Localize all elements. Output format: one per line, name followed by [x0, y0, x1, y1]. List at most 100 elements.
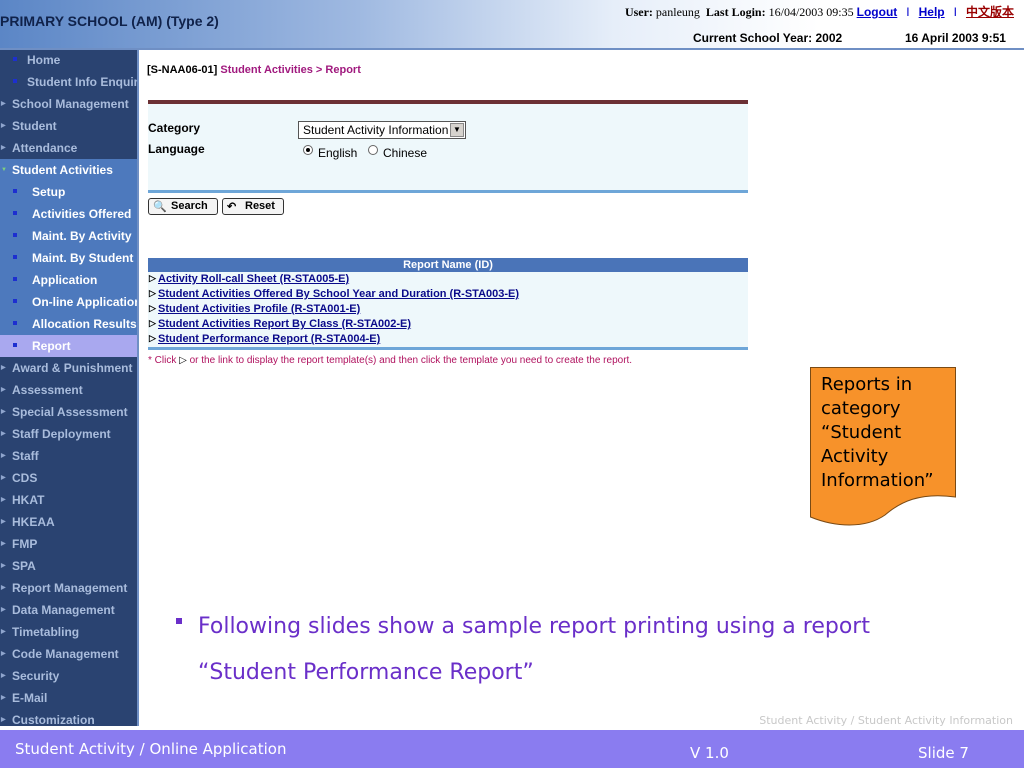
sidebar-item-label: Security — [12, 669, 60, 683]
bullet-icon — [13, 255, 17, 259]
sidebar-item-activities-offered[interactable]: Activities Offered — [0, 203, 137, 225]
category-label: Category — [148, 121, 201, 135]
bullet-line: “Student Performance Report” — [198, 660, 534, 685]
last-login-value: 16/04/2003 09:35 — [768, 5, 854, 19]
sidebar-item-hkeaa[interactable]: ▶ HKEAA — [0, 511, 137, 533]
dropdown-arrow-icon[interactable]: ▼ — [450, 123, 464, 137]
sidebar-item-report[interactable]: Report — [0, 335, 137, 357]
user-label: User: — [624, 5, 653, 19]
english-radio[interactable] — [303, 145, 313, 155]
sidebar-item-label: Special Assessment — [12, 405, 128, 419]
sidebar-item-spa[interactable]: ▶ SPA — [0, 555, 137, 577]
sidebar-item-hkat[interactable]: ▶ HKAT — [0, 489, 137, 511]
sidebar-item-label: HKEAA — [12, 515, 55, 529]
sidebar-item-maint-by-activity[interactable]: Maint. By Activity — [0, 225, 137, 247]
reset-button[interactable]: ↶ Reset — [222, 198, 284, 215]
triangle-right-icon: ▶ — [1, 409, 6, 415]
bullet-icon — [13, 57, 17, 61]
sidebar-item-label: SPA — [12, 559, 36, 573]
breadcrumb: [S-NAA06-01] Student Activities > Report — [147, 64, 361, 76]
sidebar-item-label: Code Management — [12, 647, 119, 661]
triangle-right-icon: ▶ — [1, 387, 6, 393]
separator: I — [953, 5, 957, 19]
help-link[interactable]: Help — [919, 5, 945, 19]
sidebar-item-student-activities[interactable]: ▼ Student Activities — [0, 159, 137, 181]
bullet-icon — [13, 299, 17, 303]
chinese-version-link[interactable]: 中文版本 — [966, 5, 1014, 19]
criteria-panel — [148, 100, 748, 193]
sidebar-item-label: Report — [32, 339, 71, 353]
slide-footer-path: Student Activity / Student Activity Info… — [759, 714, 1013, 727]
report-link[interactable]: Student Activities Profile (R-STA001-E) — [158, 303, 360, 315]
sidebar-item-label: Award & Punishment — [12, 361, 133, 375]
callout-text: Reports in category “Student Activity In… — [821, 373, 951, 493]
search-button-label: Search — [171, 200, 208, 212]
triangle-right-icon: ▶ — [1, 519, 6, 525]
sidebar-item-application[interactable]: Application — [0, 269, 137, 291]
category-select[interactable]: Student Activity Information ▼ — [298, 121, 466, 139]
sidebar-item-allocation-results[interactable]: Allocation Results — [0, 313, 137, 335]
user-name: panleung — [655, 5, 700, 19]
sidebar-item-label: Activities Offered — [32, 207, 132, 221]
current-date: 16 April 2003 9:51 — [905, 31, 1006, 45]
expand-arrow-icon[interactable]: ▷ — [149, 303, 156, 314]
sidebar-item-email[interactable]: ▶ E-Mail — [0, 687, 137, 709]
sidebar-item-cds[interactable]: ▶ CDS — [0, 467, 137, 489]
callout-line: Activity — [821, 446, 889, 467]
report-link[interactable]: Student Activities Report By Class (R-ST… — [158, 318, 411, 330]
slide-bullet-text: Following slides show a sample report pr… — [198, 604, 958, 696]
slide-section-title: Student Activity / Online Application — [15, 740, 287, 758]
triangle-right-icon: ▶ — [1, 101, 6, 107]
sidebar-item-label: HKAT — [12, 493, 45, 507]
sidebar-item-maint-by-student[interactable]: Maint. By Student — [0, 247, 137, 269]
sidebar-item-special-assessment[interactable]: ▶ Special Assessment — [0, 401, 137, 423]
sidebar-item-fmp[interactable]: ▶ FMP — [0, 533, 137, 555]
sidebar-item-staff[interactable]: ▶ Staff — [0, 445, 137, 467]
sidebar-item-student-info-enquiry[interactable]: Student Info Enquiry — [0, 71, 137, 93]
search-button[interactable]: 🔍 Search — [148, 198, 218, 215]
expand-arrow-icon[interactable]: ▷ — [149, 318, 156, 329]
sidebar-item-security[interactable]: ▶ Security — [0, 665, 137, 687]
sidebar-item-customization[interactable]: ▶ Customization — [0, 709, 137, 726]
sidebar-item-home[interactable]: Home — [0, 50, 137, 71]
bullet-icon — [13, 211, 17, 215]
report-link[interactable]: Student Performance Report (R-STA004-E) — [158, 333, 380, 345]
expand-arrow-icon[interactable]: ▷ — [149, 333, 156, 344]
report-link[interactable]: Student Activities Offered By School Yea… — [158, 288, 519, 300]
chinese-radio[interactable] — [368, 145, 378, 155]
triangle-right-icon: ▶ — [1, 629, 6, 635]
sidebar-item-label: Maint. By Student — [32, 251, 134, 265]
breadcrumb-section-link[interactable]: Student Activities — [220, 64, 313, 76]
sidebar-item-school-management[interactable]: ▶ School Management — [0, 93, 137, 115]
bullet-icon — [13, 79, 17, 83]
sidebar-item-data-management[interactable]: ▶ Data Management — [0, 599, 137, 621]
sidebar-item-setup[interactable]: Setup — [0, 181, 137, 203]
bullet-icon — [13, 189, 17, 193]
sidebar-item-staff-deployment[interactable]: ▶ Staff Deployment — [0, 423, 137, 445]
triangle-right-icon: ▶ — [1, 585, 6, 591]
sidebar-item-attendance[interactable]: ▶ Attendance — [0, 137, 137, 159]
bullet-icon — [176, 618, 182, 624]
report-link[interactable]: Activity Roll-call Sheet (R-STA005-E) — [158, 273, 349, 285]
search-icon: 🔍 — [153, 201, 167, 213]
sidebar-item-award-punishment[interactable]: ▶ Award & Punishment — [0, 357, 137, 379]
sidebar-item-student[interactable]: ▶ Student — [0, 115, 137, 137]
expand-arrow-icon[interactable]: ▷ — [149, 273, 156, 284]
sidebar-item-report-management[interactable]: ▶ Report Management — [0, 577, 137, 599]
sidebar-item-label: School Management — [12, 97, 129, 111]
logout-link[interactable]: Logout — [857, 5, 898, 19]
sidebar-item-assessment[interactable]: ▶ Assessment — [0, 379, 137, 401]
sidebar-item-label: Allocation Results — [32, 317, 137, 331]
user-bar: User: panleung Last Login: 16/04/2003 09… — [625, 3, 1014, 20]
sidebar-item-label: Timetabling — [12, 625, 80, 639]
sidebar-item-timetabling[interactable]: ▶ Timetabling — [0, 621, 137, 643]
page-code: [S-NAA06-01] — [147, 64, 218, 76]
expand-arrow-icon[interactable]: ▷ — [149, 288, 156, 299]
sidebar-item-label: On-line Application — [32, 295, 139, 309]
sidebar-item-label: Attendance — [12, 141, 78, 155]
callout-line: Information” — [821, 470, 934, 491]
sidebar-item-code-management[interactable]: ▶ Code Management — [0, 643, 137, 665]
sidebar-item-label: Maint. By Activity — [32, 229, 132, 243]
sidebar-item-online-application[interactable]: On-line Application — [0, 291, 137, 313]
sidebar-item-label: Student Info Enquiry — [27, 75, 139, 89]
